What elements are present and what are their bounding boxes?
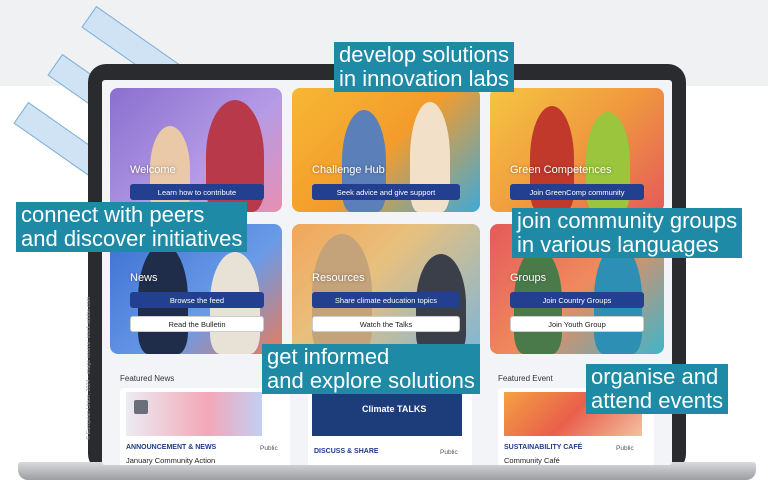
callout-line: develop solutions: [339, 42, 510, 67]
visibility-label: Public: [260, 445, 278, 452]
callout-line: organise and: [591, 364, 719, 389]
tile-green-competences[interactable]: Green Competences Join GreenComp communi…: [490, 88, 664, 212]
callout-line: in innovation labs: [339, 66, 510, 91]
callout-line: get informed: [267, 344, 390, 369]
visibility-label: Public: [440, 449, 458, 456]
browse-feed-button[interactable]: Browse the feed: [130, 292, 264, 308]
join-country-groups-button[interactable]: Join Country Groups: [510, 292, 644, 308]
featured-event-heading: Featured Event: [498, 374, 553, 383]
featured-news-heading: Featured News: [120, 374, 175, 383]
news-card[interactable]: ANNOUNCEMENT & NEWS Public January Commu…: [120, 388, 290, 465]
card-image: [312, 392, 462, 436]
callout-line: join community groups: [517, 208, 738, 233]
share-topics-button[interactable]: Share climate education topics: [312, 292, 460, 308]
callout-line: and explore solutions: [267, 368, 475, 393]
join-youth-group-button[interactable]: Join Youth Group: [510, 316, 644, 332]
card-category: ANNOUNCEMENT & NEWS: [126, 444, 217, 451]
callout-line: in various languages: [517, 232, 719, 257]
card-banner: Climate TALKS: [362, 404, 427, 414]
card-title: January Community Action: [126, 456, 216, 465]
tile-title: News: [130, 272, 158, 284]
callout-community-groups: join community groups in various languag…: [512, 208, 743, 258]
callout-line: and discover initiatives: [21, 226, 243, 251]
callout-events: organise and attend events: [586, 364, 729, 414]
tile-welcome[interactable]: Welcome Learn how to contribute: [110, 88, 282, 212]
learn-contribute-button[interactable]: Learn how to contribute: [130, 184, 264, 200]
callout-innovation-labs: develop solutions in innovation labs: [334, 42, 515, 92]
visibility-label: Public: [616, 445, 634, 452]
tile-title: Welcome: [130, 164, 176, 176]
tile-title: Challenge Hub: [312, 164, 385, 176]
tile-title: Resources: [312, 272, 365, 284]
callout-get-informed: get informed and explore solutions: [262, 344, 480, 394]
tile-resources[interactable]: Resources Share climate education topics…: [292, 224, 480, 354]
image-credit: © European Union, 2024 - image source: s…: [86, 296, 92, 440]
tile-title: Groups: [510, 272, 547, 284]
callout-line: connect with peers: [21, 202, 205, 227]
callout-connect-peers: connect with peers and discover initiati…: [16, 202, 248, 252]
seek-advice-button[interactable]: Seek advice and give support: [312, 184, 460, 200]
card-title: Community Café: [504, 456, 560, 465]
talks-card[interactable]: Climate TALKS DISCUSS & SHARE Public: [308, 388, 472, 465]
card-image: [126, 392, 262, 436]
read-bulletin-button[interactable]: Read the Bulletin: [130, 316, 264, 332]
tile-title: Green Competences: [510, 164, 612, 176]
tile-challenge-hub[interactable]: Challenge Hub Seek advice and give suppo…: [292, 88, 480, 212]
callout-line: attend events: [591, 388, 724, 413]
join-greencomp-button[interactable]: Join GreenComp community: [510, 184, 644, 200]
watch-talks-button[interactable]: Watch the Talks: [312, 316, 460, 332]
card-category: DISCUSS & SHARE: [314, 448, 379, 455]
calendar-icon: [134, 400, 148, 414]
card-category: SUSTAINABILITY CAFÉ: [504, 444, 583, 451]
